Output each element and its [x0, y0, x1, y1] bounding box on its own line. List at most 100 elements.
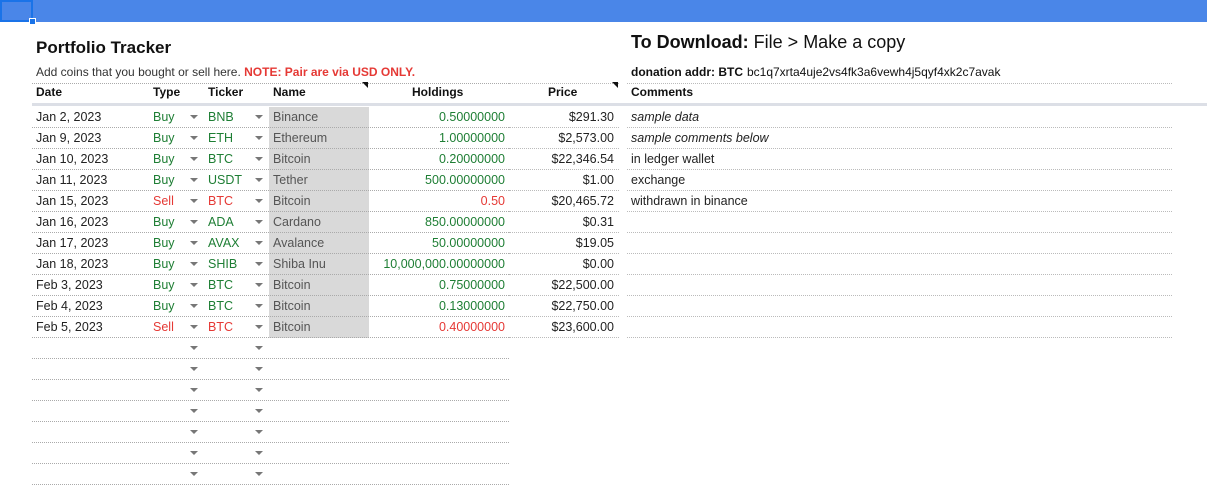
- holdings-cell[interactable]: 10,000,000.00000000: [369, 254, 505, 275]
- type-cell[interactable]: Buy: [153, 149, 185, 170]
- holdings-cell[interactable]: 850.00000000: [369, 212, 505, 233]
- table-row: Feb 5, 2023 Sell BTC Bitcoin 0.40000000 $23,6…: [0, 317, 1207, 338]
- chevron-down-icon[interactable]: [255, 304, 263, 308]
- chevron-down-icon[interactable]: [255, 388, 263, 392]
- comment-cell[interactable]: in ledger wallet: [631, 149, 1171, 170]
- chevron-down-icon[interactable]: [255, 199, 263, 203]
- chevron-down-icon[interactable]: [255, 346, 263, 350]
- type-cell[interactable]: Buy: [153, 275, 185, 296]
- type-cell[interactable]: Buy: [153, 170, 185, 191]
- ticker-cell[interactable]: BNB: [208, 107, 253, 128]
- ticker-cell[interactable]: USDT: [208, 170, 253, 191]
- holdings-cell[interactable]: 0.50: [369, 191, 505, 212]
- chevron-down-icon[interactable]: [190, 430, 198, 434]
- chevron-down-icon[interactable]: [190, 325, 198, 329]
- chevron-down-icon[interactable]: [255, 262, 263, 266]
- column-header-type[interactable]: Type: [153, 85, 180, 102]
- holdings-cell[interactable]: 50.00000000: [369, 233, 505, 254]
- chevron-down-icon[interactable]: [190, 472, 198, 476]
- chevron-down-icon[interactable]: [190, 367, 198, 371]
- chevron-down-icon[interactable]: [255, 157, 263, 161]
- chevron-down-icon[interactable]: [190, 157, 198, 161]
- chevron-down-icon[interactable]: [190, 199, 198, 203]
- chevron-down-icon[interactable]: [255, 367, 263, 371]
- date-cell[interactable]: Feb 3, 2023: [36, 275, 146, 296]
- comment-cell[interactable]: exchange: [631, 170, 1171, 191]
- type-cell[interactable]: Sell: [153, 191, 185, 212]
- date-cell[interactable]: Jan 15, 2023: [36, 191, 146, 212]
- chevron-down-icon[interactable]: [190, 241, 198, 245]
- chevron-down-icon[interactable]: [190, 115, 198, 119]
- chevron-down-icon[interactable]: [190, 220, 198, 224]
- ticker-cell[interactable]: BTC: [208, 191, 253, 212]
- comment-cell[interactable]: sample comments below: [631, 128, 1171, 149]
- name-cell: Tether: [273, 173, 308, 187]
- type-cell[interactable]: Sell: [153, 317, 185, 338]
- column-header-price[interactable]: Price: [548, 85, 577, 102]
- chevron-down-icon[interactable]: [255, 241, 263, 245]
- donation-addr[interactable]: bc1q7xrta4uje2vs4fk3a6vewh4j5qyf4xk2c7av…: [747, 65, 1001, 79]
- holdings-cell[interactable]: 1.00000000: [369, 128, 505, 149]
- date-cell[interactable]: Feb 5, 2023: [36, 317, 146, 338]
- chevron-down-icon[interactable]: [190, 136, 198, 140]
- chevron-down-icon[interactable]: [255, 409, 263, 413]
- date-cell[interactable]: Jan 18, 2023: [36, 254, 146, 275]
- holdings-cell[interactable]: 0.40000000: [369, 317, 505, 338]
- comment-cell[interactable]: withdrawn in binance: [631, 191, 1171, 212]
- chevron-down-icon[interactable]: [190, 283, 198, 287]
- table-row: [0, 338, 1207, 359]
- type-cell[interactable]: Buy: [153, 107, 185, 128]
- date-cell[interactable]: Jan 17, 2023: [36, 233, 146, 254]
- chevron-down-icon[interactable]: [190, 262, 198, 266]
- ticker-cell[interactable]: ADA: [208, 212, 253, 233]
- type-cell[interactable]: Buy: [153, 233, 185, 254]
- chevron-down-icon[interactable]: [190, 409, 198, 413]
- ticker-cell[interactable]: AVAX: [208, 233, 253, 254]
- column-header-holdings[interactable]: Holdings: [412, 85, 463, 102]
- holdings-cell[interactable]: 0.20000000: [369, 149, 505, 170]
- date-cell[interactable]: Jan 2, 2023: [36, 107, 146, 128]
- holdings-cell[interactable]: 0.50000000: [369, 107, 505, 128]
- chevron-down-icon[interactable]: [190, 346, 198, 350]
- chevron-down-icon[interactable]: [190, 388, 198, 392]
- ticker-cell[interactable]: BTC: [208, 317, 253, 338]
- chevron-down-icon[interactable]: [255, 220, 263, 224]
- date-cell[interactable]: Jan 10, 2023: [36, 149, 146, 170]
- chevron-down-icon[interactable]: [255, 430, 263, 434]
- ticker-cell[interactable]: BTC: [208, 275, 253, 296]
- chevron-down-icon[interactable]: [190, 178, 198, 182]
- holdings-cell[interactable]: 0.13000000: [369, 296, 505, 317]
- chevron-down-icon[interactable]: [255, 451, 263, 455]
- comment-cell[interactable]: sample data: [631, 107, 1171, 128]
- type-cell[interactable]: Buy: [153, 296, 185, 317]
- chevron-down-icon[interactable]: [255, 178, 263, 182]
- date-cell[interactable]: Jan 9, 2023: [36, 128, 146, 149]
- date-cell[interactable]: Jan 11, 2023: [36, 170, 146, 191]
- table-row: Feb 3, 2023 Buy BTC Bitcoin 0.75000000 $22,50…: [0, 275, 1207, 296]
- ticker-cell[interactable]: SHIB: [208, 254, 253, 275]
- chevron-down-icon[interactable]: [190, 451, 198, 455]
- column-header-name[interactable]: Name: [273, 85, 306, 102]
- type-cell[interactable]: Buy: [153, 254, 185, 275]
- ticker-cell[interactable]: BTC: [208, 149, 253, 170]
- type-cell[interactable]: Buy: [153, 212, 185, 233]
- chevron-down-icon[interactable]: [255, 325, 263, 329]
- column-header-ticker[interactable]: Ticker: [208, 85, 243, 102]
- chevron-down-icon[interactable]: [255, 115, 263, 119]
- chevron-down-icon[interactable]: [255, 283, 263, 287]
- chevron-down-icon[interactable]: [255, 136, 263, 140]
- column-header-date[interactable]: Date: [36, 85, 62, 102]
- table-row: Jan 2, 2023 Buy BNB Binance 0.50000000 $291.3…: [0, 107, 1207, 128]
- holdings-cell[interactable]: 500.00000000: [369, 170, 505, 191]
- date-cell[interactable]: Feb 4, 2023: [36, 296, 146, 317]
- header-divider: [509, 83, 619, 84]
- date-cell[interactable]: Jan 16, 2023: [36, 212, 146, 233]
- ticker-cell[interactable]: BTC: [208, 296, 253, 317]
- column-header-comments[interactable]: Comments: [631, 85, 693, 102]
- fill-handle[interactable]: [29, 18, 36, 25]
- ticker-cell[interactable]: ETH: [208, 128, 253, 149]
- holdings-cell[interactable]: 0.75000000: [369, 275, 505, 296]
- type-cell[interactable]: Buy: [153, 128, 185, 149]
- chevron-down-icon[interactable]: [255, 472, 263, 476]
- chevron-down-icon[interactable]: [190, 304, 198, 308]
